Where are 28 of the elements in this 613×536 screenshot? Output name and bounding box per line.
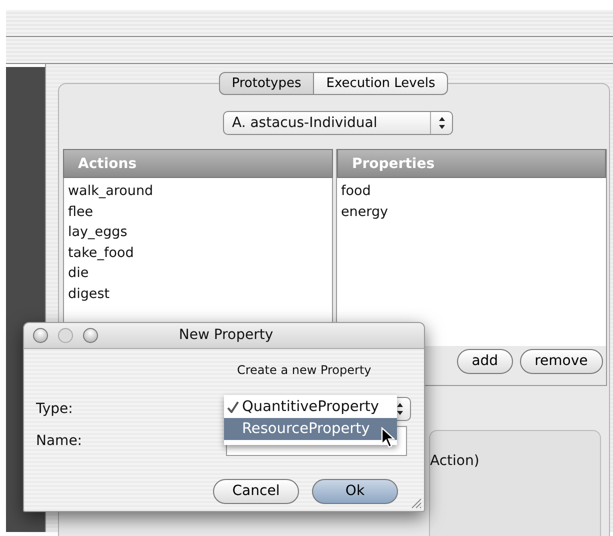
add-button[interactable]: add <box>456 349 514 374</box>
menu-item[interactable]: QuantitiveProperty <box>224 396 397 418</box>
column-header: Properties <box>337 149 606 178</box>
list-item[interactable]: take_food <box>68 242 328 263</box>
list-item[interactable]: digest <box>68 284 328 304</box>
list-item[interactable]: energy <box>341 202 602 222</box>
dialog-button[interactable]: Cancel <box>213 479 299 504</box>
column-header: Actions <box>63 149 333 178</box>
field-label: Type: <box>36 400 74 418</box>
list-item[interactable]: die <box>68 263 328 284</box>
menu-item[interactable]: ResourceProperty <box>224 418 397 440</box>
stepper-icon <box>438 116 446 130</box>
list-item[interactable]: flee <box>68 202 328 222</box>
list-item[interactable]: walk_around <box>68 181 328 202</box>
list-item[interactable]: lay_eggs <box>68 222 328 242</box>
list-item[interactable]: food <box>341 181 602 202</box>
dialog-button[interactable]: Ok <box>312 479 398 504</box>
window-title: New Property <box>178 326 274 345</box>
prompt-text: Create a new Property <box>237 362 372 379</box>
field-label: Name: <box>36 432 84 450</box>
tab[interactable]: Prototypes <box>218 72 314 95</box>
prototype-select[interactable]: A. astacus-Individual <box>223 111 453 135</box>
close-button[interactable] <box>33 328 48 343</box>
resize-grip-icon[interactable] <box>410 497 422 509</box>
label-text: Action) <box>430 453 480 469</box>
zoom-button[interactable] <box>83 328 98 343</box>
remove-button[interactable]: remove <box>520 349 603 374</box>
tab[interactable]: Execution Levels <box>314 72 448 95</box>
